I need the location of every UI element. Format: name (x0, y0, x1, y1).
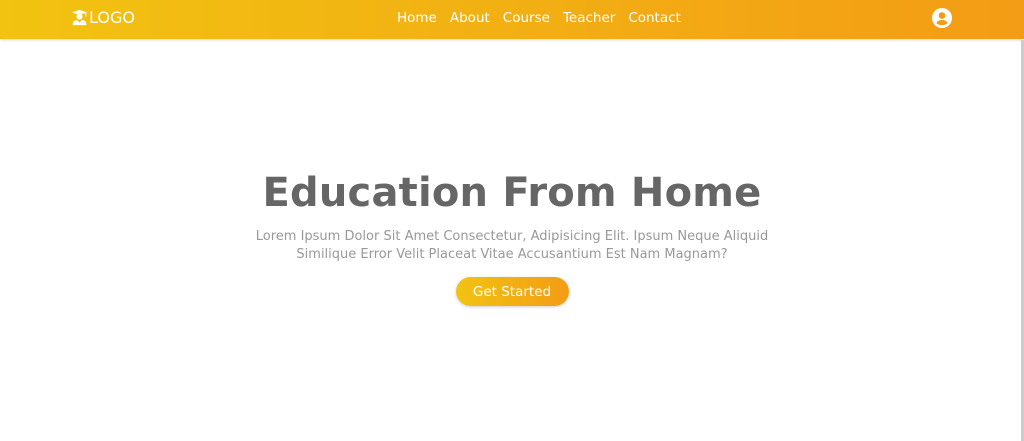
main-nav: Home About Course Teacher Contact (397, 10, 681, 26)
nav-home[interactable]: Home (397, 10, 437, 26)
logo[interactable]: LOGO (71, 8, 135, 27)
nav-about[interactable]: About (450, 10, 490, 26)
logo-text: LOGO (89, 8, 135, 27)
hero-description: Lorem Ipsum Dolor Sit Amet Consectetur, … (255, 229, 769, 262)
hero-title: Education From Home (262, 170, 762, 216)
nav-teacher[interactable]: Teacher (563, 10, 615, 26)
top-navbar: LOGO Home About Course Teacher Contact (0, 0, 1024, 39)
get-started-button[interactable]: Get Started (455, 277, 569, 306)
nav-contact[interactable]: Contact (628, 10, 681, 26)
nav-course[interactable]: Course (503, 10, 550, 26)
hero-section: Education From Home Lorem Ipsum Dolor Si… (0, 170, 1024, 306)
user-account-icon[interactable] (932, 8, 952, 28)
graduate-icon (71, 9, 88, 26)
